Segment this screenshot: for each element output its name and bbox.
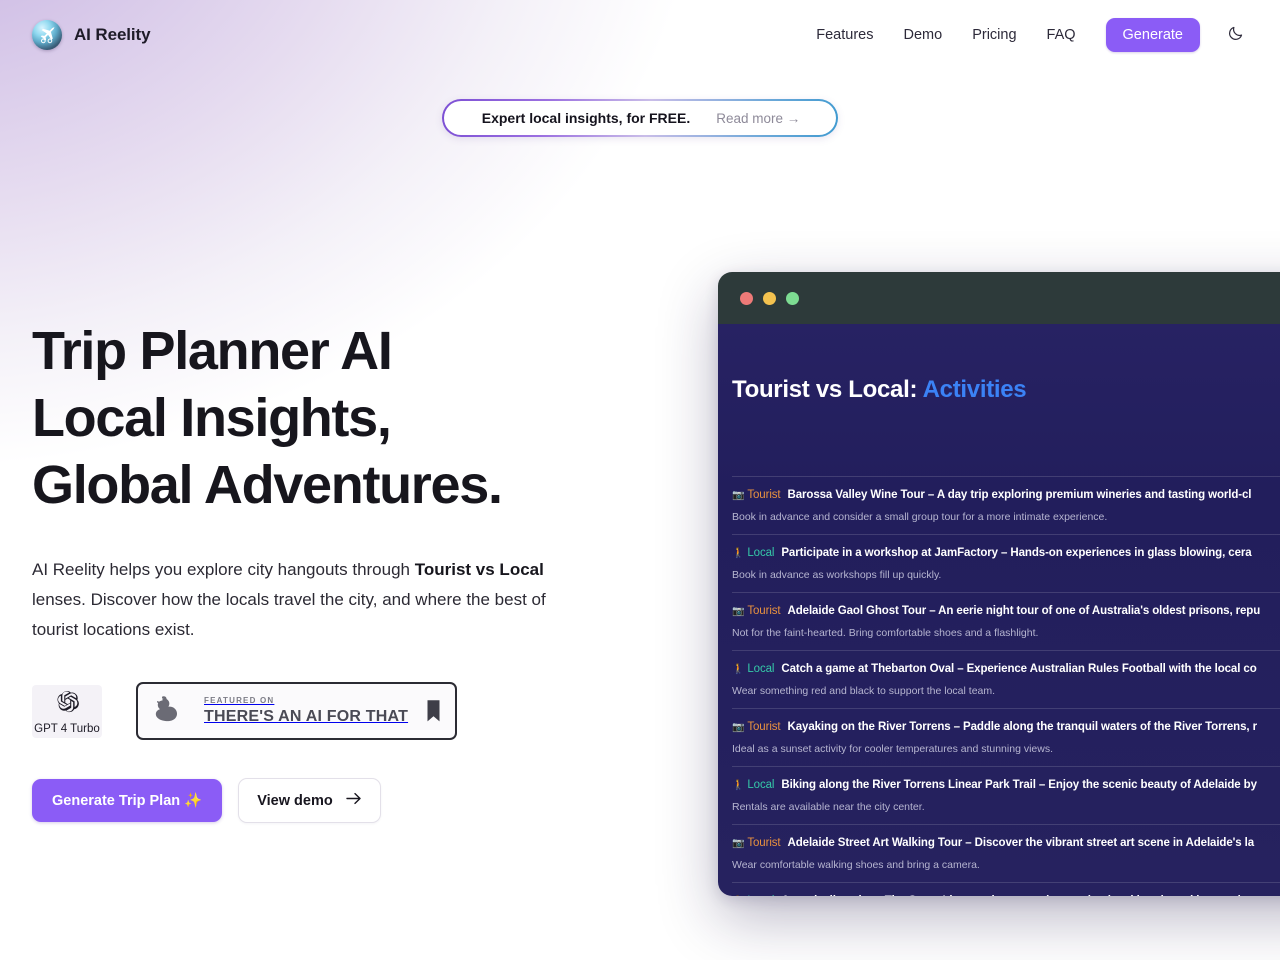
maximize-icon[interactable] <box>786 291 799 305</box>
taft-kicker: FEATURED ON <box>204 696 275 705</box>
nav-link-faq[interactable]: FAQ <box>1047 27 1076 43</box>
gpt-badge: GPT 4 Turbo <box>32 684 102 738</box>
flexed-bicep-icon <box>150 693 190 729</box>
activity-tip: Wear something red and black to support … <box>732 685 996 697</box>
cta-row: Generate Trip Plan ✨ View demo <box>32 778 662 823</box>
announcement-pill[interactable]: Expert local insights, for FREE. Read mo… <box>442 99 838 137</box>
activity-tip: Wear comfortable walking shoes and bring… <box>732 859 980 871</box>
primary-nav: Features Demo Pricing FAQ Generate <box>816 18 1248 52</box>
minimize-icon[interactable] <box>763 291 776 305</box>
airplane-globe-icon <box>32 20 62 50</box>
view-demo-label: View demo <box>257 792 333 809</box>
activity-tag: Local <box>747 547 775 559</box>
brand-name: AI Reelity <box>74 25 151 44</box>
taft-title: THERE'S AN AI FOR THAT <box>204 708 409 725</box>
activity-tip: Book in advance and consider a small gro… <box>732 511 1108 523</box>
activity-title: Attend a live gig at The Gov – Live musi… <box>781 895 1261 896</box>
activity-tag: Tourist <box>747 837 781 849</box>
list-item[interactable]: 📷 Tourist Adelaide Street Art Walking Tour… <box>732 824 1280 882</box>
announcement-bar: Expert local insights, for FREE. Read mo… <box>0 99 1280 137</box>
demo-heading: Tourist vs Local: Activities <box>732 376 1027 404</box>
activity-title: Adelaide Street Art Walking Tour – Disco… <box>787 837 1255 849</box>
activity-title: Kayaking on the River Torrens – Paddle a… <box>787 721 1258 733</box>
activity-tip: Ideal as a sunset activity for cooler te… <box>732 743 1053 755</box>
hero-title-line-2: Local Insights, <box>32 388 392 448</box>
local-icon: 🚶 <box>732 664 745 675</box>
bookmark-icon <box>426 699 441 723</box>
nav-link-pricing[interactable]: Pricing <box>972 27 1016 43</box>
demo-heading-accent: Activities <box>922 376 1027 403</box>
moon-icon <box>1227 25 1244 45</box>
list-item[interactable]: 📷 Tourist Kayaking on the River Torrens – … <box>732 708 1280 766</box>
local-icon: 🚶 <box>732 780 745 791</box>
activity-tag: Tourist <box>747 489 781 501</box>
list-item[interactable]: 📷 Tourist Barossa Valley Wine Tour – A day… <box>732 476 1280 534</box>
activity-tag: Local <box>747 895 774 896</box>
activity-title: Adelaide Gaol Ghost Tour – An eerie nigh… <box>787 605 1261 617</box>
activity-title: Barossa Valley Wine Tour – A day trip ex… <box>787 489 1252 501</box>
brand-logo-link[interactable]: AI Reelity <box>32 20 151 50</box>
activity-title: Catch a game at Thebarton Oval – Experie… <box>781 663 1257 675</box>
activity-tag: Local <box>747 779 775 791</box>
activity-tag: Tourist <box>747 605 781 617</box>
hero-subtitle-part-2: lenses. Discover how the locals travel t… <box>32 590 546 639</box>
gpt-badge-label: GPT 4 Turbo <box>34 722 100 735</box>
page-background: AI Reelity Features Demo Pricing FAQ Gen… <box>0 0 1280 960</box>
demo-heading-prefix: Tourist vs Local: <box>732 376 923 403</box>
generate-trip-plan-button[interactable]: Generate Trip Plan ✨ <box>32 779 223 822</box>
hero-section: Trip Planner AI Local Insights, Global A… <box>32 318 662 823</box>
hero-title-line-1: Trip Planner AI <box>32 321 393 381</box>
demo-activity-list: 📷 Tourist Barossa Valley Wine Tour – A day… <box>718 476 1280 896</box>
local-icon: 🚶 <box>732 548 745 559</box>
tourist-icon: 📷 <box>732 606 745 617</box>
announcement-read-more-link[interactable]: Read more → <box>716 111 800 126</box>
close-icon[interactable] <box>740 291 753 305</box>
view-demo-button[interactable]: View demo <box>238 778 381 823</box>
badge-row: GPT 4 Turbo FEATURED ON THERE'S AN AI FO… <box>32 682 662 740</box>
activity-title: Participate in a workshop at JamFactory … <box>781 547 1252 559</box>
window-title-bar <box>718 272 1280 324</box>
activity-title: Biking along the River Torrens Linear Pa… <box>781 779 1257 791</box>
tourist-icon: 📷 <box>732 838 745 849</box>
window-content: Tourist vs Local: Activities 🏄 📷TouristB… <box>718 324 1280 896</box>
generate-button[interactable]: Generate <box>1105 18 1200 52</box>
nav-link-features[interactable]: Features <box>816 27 873 43</box>
openai-logo-icon <box>54 689 80 720</box>
hero-title-line-3: Global Adventures. <box>32 455 503 515</box>
list-item[interactable]: 🚶LocalAttend a live gig at The Gov – Liv… <box>732 882 1280 896</box>
list-item[interactable]: 🚶 Local Biking along the River Torrens Lin… <box>732 766 1280 824</box>
hero-subtitle: AI Reelity helps you explore city hangou… <box>32 555 592 645</box>
tourist-icon: 📷 <box>732 722 745 733</box>
site-header: AI Reelity Features Demo Pricing FAQ Gen… <box>0 0 1280 70</box>
theres-an-ai-for-that-badge[interactable]: FEATURED ON THERE'S AN AI FOR THAT <box>136 682 458 740</box>
activity-tip: Rentals are available near the city cent… <box>732 801 925 813</box>
activity-tag: Local <box>747 663 775 675</box>
activity-tip: Book in advance as workshops fill up qui… <box>732 569 942 581</box>
demo-preview-window[interactable]: Tourist vs Local: Activities 🏄 📷TouristB… <box>718 272 1280 896</box>
theme-toggle-button[interactable] <box>1222 22 1248 48</box>
list-item[interactable]: 🚶 Local Catch a game at Thebarton Oval – E… <box>732 650 1280 708</box>
page-title: Trip Planner AI Local Insights, Global A… <box>32 318 662 519</box>
tourist-icon: 📷 <box>732 490 745 501</box>
activity-tag: Tourist <box>747 721 781 733</box>
nav-link-demo[interactable]: Demo <box>904 27 943 43</box>
list-item[interactable]: 📷 Tourist Adelaide Gaol Ghost Tour – An ee… <box>732 592 1280 650</box>
announcement-text: Expert local insights, for FREE. <box>481 110 691 126</box>
hero-subtitle-emphasis: Tourist vs Local <box>414 560 544 579</box>
activity-tip: Not for the faint-hearted. Bring comfort… <box>732 627 1039 639</box>
arrow-right-icon <box>346 792 362 809</box>
hero-subtitle-part-1: AI Reelity helps you explore city hangou… <box>32 560 415 579</box>
list-item[interactable]: 🚶 Local Participate in a workshop at JamFa… <box>732 534 1280 592</box>
